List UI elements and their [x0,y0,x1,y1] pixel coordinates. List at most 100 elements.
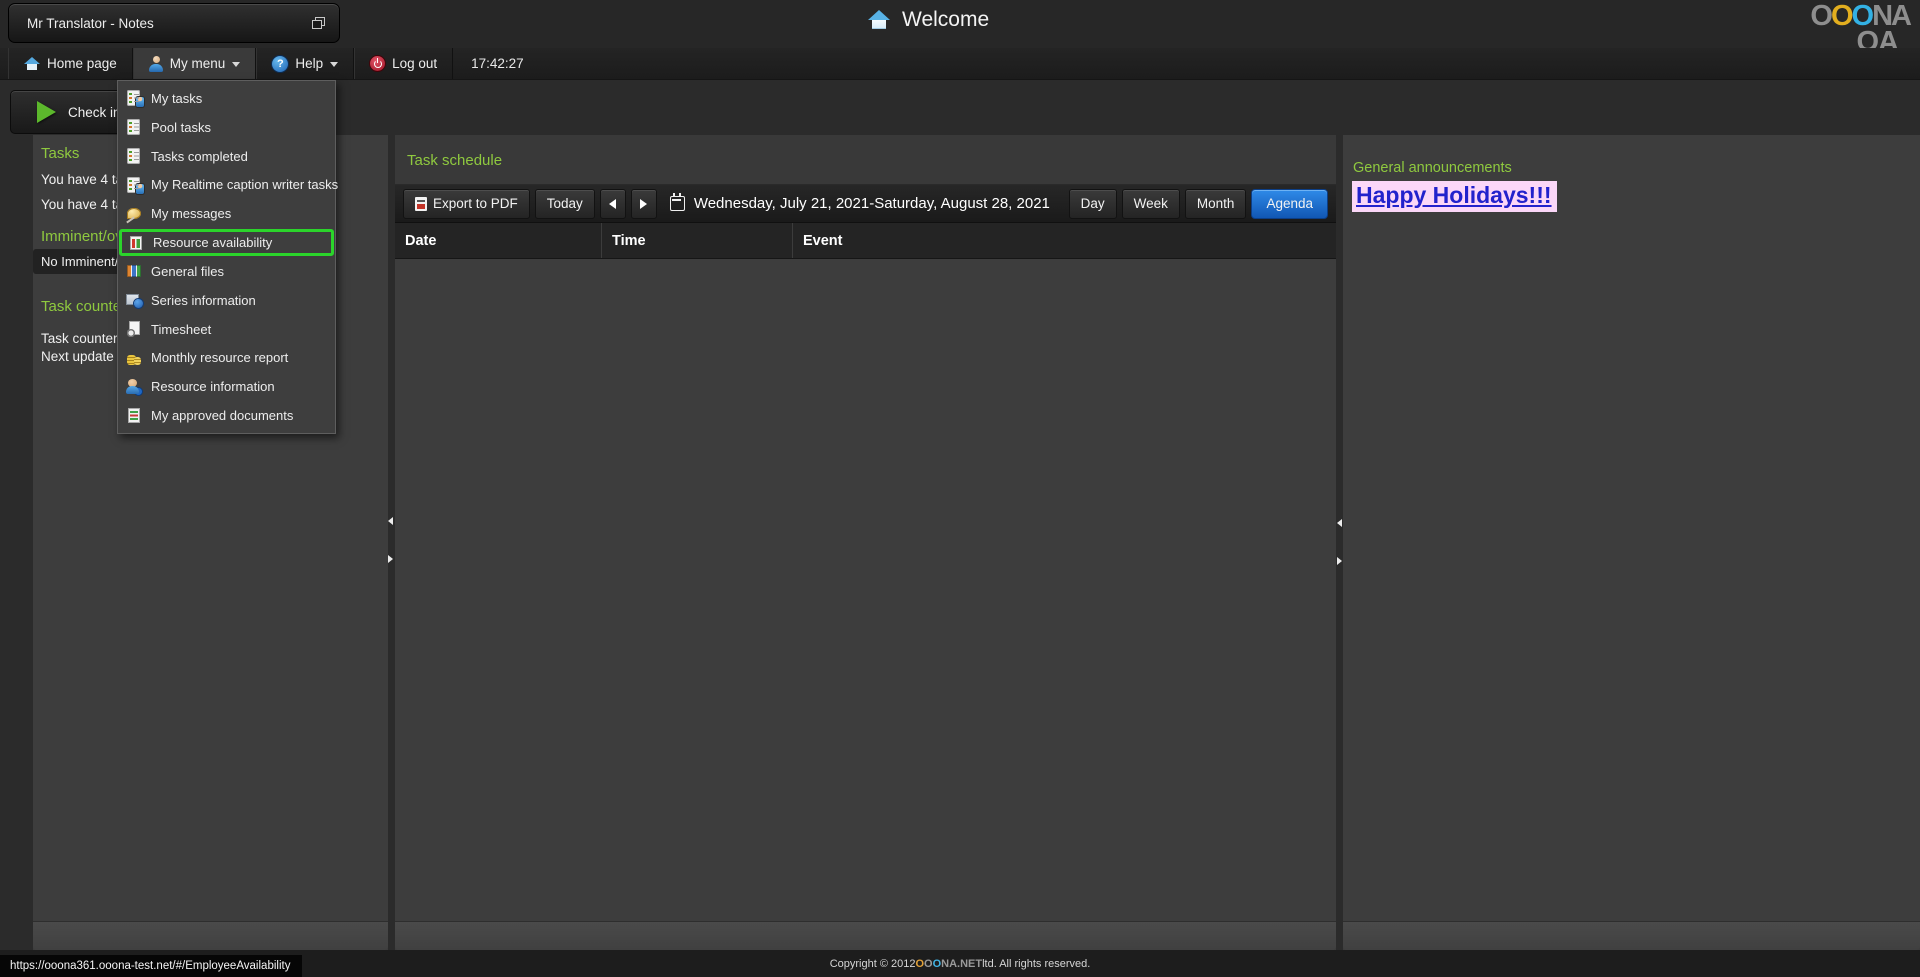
nav-home-page[interactable]: Home page [8,48,133,79]
logo-o2: O [1831,4,1852,28]
logo-o1: O [1810,4,1831,28]
task-list-user-icon [126,90,142,106]
export-pdf-label: Export to PDF [433,196,518,211]
menu-item-label: Resource information [151,379,275,394]
task-list-icon [126,119,142,135]
window-title: Mr Translator - Notes [27,16,154,31]
menu-item-realtime-caption-writer-tasks[interactable]: My Realtime caption writer tasks [118,171,335,198]
nav-help[interactable]: ? Help [256,48,354,79]
prev-period-button[interactable] [600,189,626,219]
collapse-left-icon[interactable] [1337,519,1342,527]
logo-o3: O [1852,4,1873,28]
view-day-button[interactable]: Day [1069,189,1117,219]
welcome-title: Welcome [902,8,989,32]
chevron-down-icon [330,62,338,67]
message-balloon-icon [126,206,142,222]
pdf-icon [415,197,427,211]
menu-item-label: My Realtime caption writer tasks [151,177,338,192]
menu-item-my-messages[interactable]: My messages [118,200,335,227]
column-header-date: Date [395,223,602,258]
help-icon: ? [272,56,288,72]
export-pdf-button[interactable]: Export to PDF [403,189,530,219]
menu-item-label: My approved documents [151,408,293,423]
menu-item-label: Resource availability [153,235,272,250]
nav-home-label: Home page [47,56,117,71]
menu-item-resource-information[interactable]: Resource information [118,373,335,400]
brand-o3: O [933,958,942,970]
arrow-right-icon [640,199,647,209]
menu-item-label: Tasks completed [151,149,248,164]
menu-item-label: My messages [151,206,231,221]
left-splitter[interactable] [387,135,394,950]
schedule-title: Task schedule [407,152,502,169]
menu-item-label: Series information [151,293,256,308]
menu-item-my-approved-documents[interactable]: My approved documents [118,402,335,429]
announcements-title: General announcements [1353,160,1512,176]
approved-documents-icon [126,408,142,424]
arrow-left-icon [609,199,616,209]
schedule-bottom-bar [395,921,1336,950]
window-title-widget[interactable]: Mr Translator - Notes [8,3,340,43]
next-period-button[interactable] [631,189,657,219]
view-month-button[interactable]: Month [1185,189,1247,219]
menu-item-label: General files [151,264,224,279]
power-icon [370,56,385,71]
play-icon [37,101,56,123]
menu-item-monthly-resource-report[interactable]: Monthly resource report [118,344,335,371]
check-in-label: Check in [68,105,121,120]
series-info-icon [126,292,142,308]
date-range-label: Wednesday, July 21, 2021-Saturday, Augus… [694,195,1050,212]
menu-item-series-information[interactable]: Series information [118,287,335,314]
expand-right-icon[interactable] [388,555,393,563]
task-list-icon [126,148,142,164]
calendar-availability-icon [128,235,144,251]
calendar-icon [670,196,685,211]
my-menu-dropdown: My tasks Pool tasks Tasks completed My R… [117,80,336,434]
restore-window-icon[interactable] [312,17,325,29]
menu-item-label: Timesheet [151,322,211,337]
menu-item-general-files[interactable]: General files [118,258,335,285]
copyright-suffix: ltd. All rights reserved. [982,958,1090,970]
copyright-prefix: Copyright © 2012 [830,958,916,970]
brand-rest: NA.NET [941,958,982,970]
today-button[interactable]: Today [535,189,595,219]
schedule-toolbar: Export to PDF Today Wednesday, July 21, … [395,185,1336,223]
home-page-icon [24,57,40,71]
menu-item-label: Monthly resource report [151,350,288,365]
today-label: Today [547,196,583,211]
nav-logout-label: Log out [392,56,437,71]
brand-o2: O [924,958,933,970]
nav-my-menu[interactable]: My menu [133,48,257,79]
menu-item-my-tasks[interactable]: My tasks [118,85,335,112]
top-strip: Mr Translator - Notes Welcome OOONA QA [0,0,1920,48]
right-splitter[interactable] [1336,135,1343,950]
column-header-event: Event [793,223,1336,258]
ooona-qa-logo: OOONA QA [1810,4,1910,54]
menu-item-tasks-completed[interactable]: Tasks completed [118,143,335,170]
clock-display: 17:42:27 [453,48,542,79]
user-icon [149,56,163,72]
logo-line1: OOONA [1810,4,1910,28]
main-navbar: Home page My menu ? Help Log out 17:42:2… [0,48,1920,80]
nav-log-out[interactable]: Log out [354,48,453,79]
view-agenda-button[interactable]: Agenda [1251,189,1328,219]
welcome-header: Welcome [868,8,989,32]
home-icon [868,10,890,30]
person-info-icon [126,379,142,395]
status-url-bar: https://ooona361.ooona-test.net/#/Employ… [0,955,302,977]
view-week-button[interactable]: Week [1122,189,1180,219]
logo-na: NA [1872,4,1910,28]
menu-item-label: My tasks [151,91,202,106]
nav-my-menu-label: My menu [170,56,226,71]
chevron-down-icon [232,62,240,67]
collapse-left-icon[interactable] [388,517,393,525]
files-binders-icon [126,263,142,279]
menu-item-timesheet[interactable]: Timesheet [118,316,335,343]
coins-icon [126,350,142,366]
expand-right-icon[interactable] [1337,557,1342,565]
menu-item-resource-availability[interactable]: Resource availability [119,229,334,256]
timesheet-clock-icon [126,321,142,337]
brand-o1: O [915,958,924,970]
menu-item-pool-tasks[interactable]: Pool tasks [118,114,335,141]
sidebar-bottom-bar [33,921,388,950]
